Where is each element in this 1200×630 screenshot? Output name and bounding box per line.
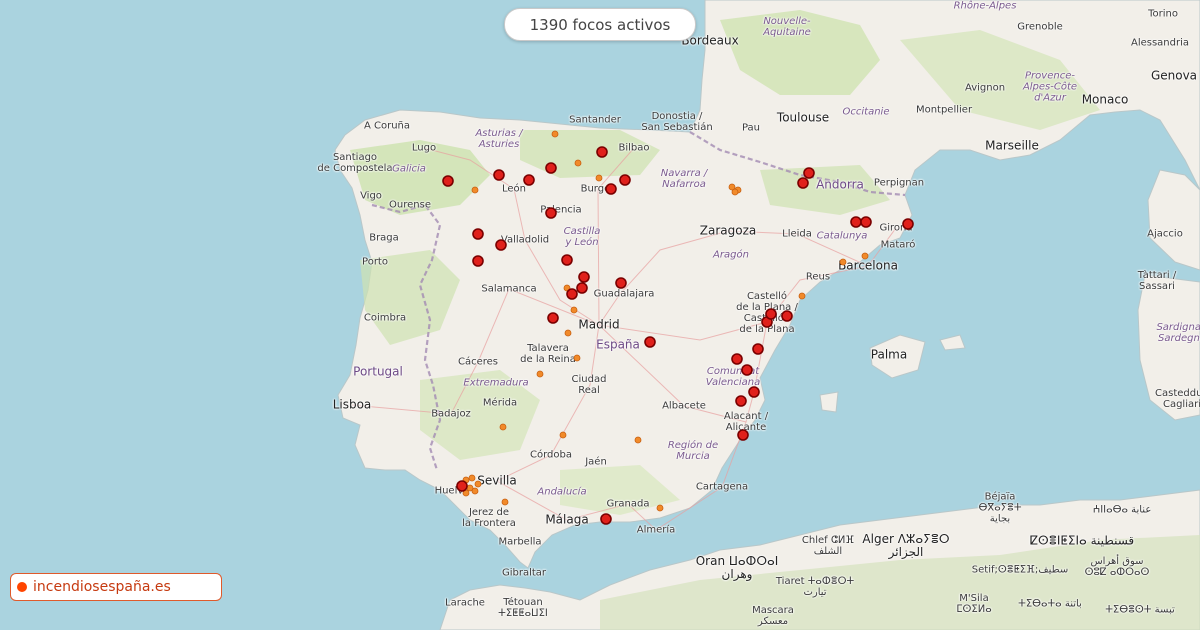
hotspot-marker[interactable] xyxy=(570,306,578,314)
hotspot-marker[interactable] xyxy=(564,329,572,337)
site-brand-text: incendiosespaña.es xyxy=(33,579,171,595)
fire-marker[interactable] xyxy=(615,277,627,289)
fire-marker[interactable] xyxy=(600,513,612,525)
fire-marker[interactable] xyxy=(850,216,862,228)
hotspot-marker[interactable] xyxy=(861,252,869,260)
fire-marker[interactable] xyxy=(545,162,557,174)
fire-marker[interactable] xyxy=(781,310,793,322)
fire-marker[interactable] xyxy=(735,395,747,407)
fire-marker[interactable] xyxy=(797,177,809,189)
hotspot-marker[interactable] xyxy=(574,159,582,167)
fire-marker[interactable] xyxy=(523,174,535,186)
hotspot-marker[interactable] xyxy=(595,174,603,182)
hotspot-marker[interactable] xyxy=(471,487,479,495)
hotspot-marker[interactable] xyxy=(559,431,567,439)
active-fires-counter-text: 1390 focos activos xyxy=(529,15,671,34)
fire-marker[interactable] xyxy=(765,308,777,320)
fire-marker[interactable] xyxy=(472,255,484,267)
fire-marker[interactable] xyxy=(596,146,608,158)
site-brand-link[interactable]: incendiosespaña.es xyxy=(10,573,222,601)
hotspot-marker[interactable] xyxy=(798,292,806,300)
hotspot-marker[interactable] xyxy=(839,258,847,266)
hotspot-marker[interactable] xyxy=(551,130,559,138)
fire-markers-layer xyxy=(442,130,914,525)
fire-marker[interactable] xyxy=(493,169,505,181)
fire-marker[interactable] xyxy=(748,386,760,398)
fire-marker[interactable] xyxy=(472,228,484,240)
active-fires-counter: 1390 focos activos xyxy=(504,8,696,41)
fire-marker[interactable] xyxy=(456,480,468,492)
hotspot-marker[interactable] xyxy=(471,186,479,194)
fire-dot-icon xyxy=(17,582,27,592)
fire-marker[interactable] xyxy=(860,216,872,228)
fire-marker[interactable] xyxy=(495,239,507,251)
fire-marker[interactable] xyxy=(803,167,815,179)
hotspot-marker[interactable] xyxy=(573,354,581,362)
hotspot-marker[interactable] xyxy=(634,436,642,444)
fire-marker[interactable] xyxy=(545,207,557,219)
map-canvas[interactable]: Bordeaux Nouvelle- Aquitaine Rhône-Alpes To… xyxy=(0,0,1200,630)
fire-marker[interactable] xyxy=(547,312,559,324)
hotspot-marker[interactable] xyxy=(656,504,664,512)
hotspot-marker[interactable] xyxy=(536,370,544,378)
fire-marker[interactable] xyxy=(566,288,578,300)
hotspot-marker[interactable] xyxy=(468,474,476,482)
fire-marker[interactable] xyxy=(578,271,590,283)
fire-marker[interactable] xyxy=(442,175,454,187)
hotspot-marker[interactable] xyxy=(499,423,507,431)
fire-marker[interactable] xyxy=(605,183,617,195)
fire-marker[interactable] xyxy=(731,353,743,365)
hotspot-marker[interactable] xyxy=(501,498,509,506)
fire-marker[interactable] xyxy=(737,429,749,441)
fire-marker[interactable] xyxy=(644,336,656,348)
fire-marker[interactable] xyxy=(902,218,914,230)
fire-marker[interactable] xyxy=(741,364,753,376)
fire-marker[interactable] xyxy=(576,282,588,294)
hotspot-marker[interactable] xyxy=(731,188,739,196)
fire-marker[interactable] xyxy=(619,174,631,186)
fire-marker[interactable] xyxy=(561,254,573,266)
fire-marker[interactable] xyxy=(752,343,764,355)
hotspot-marker[interactable] xyxy=(474,480,482,488)
